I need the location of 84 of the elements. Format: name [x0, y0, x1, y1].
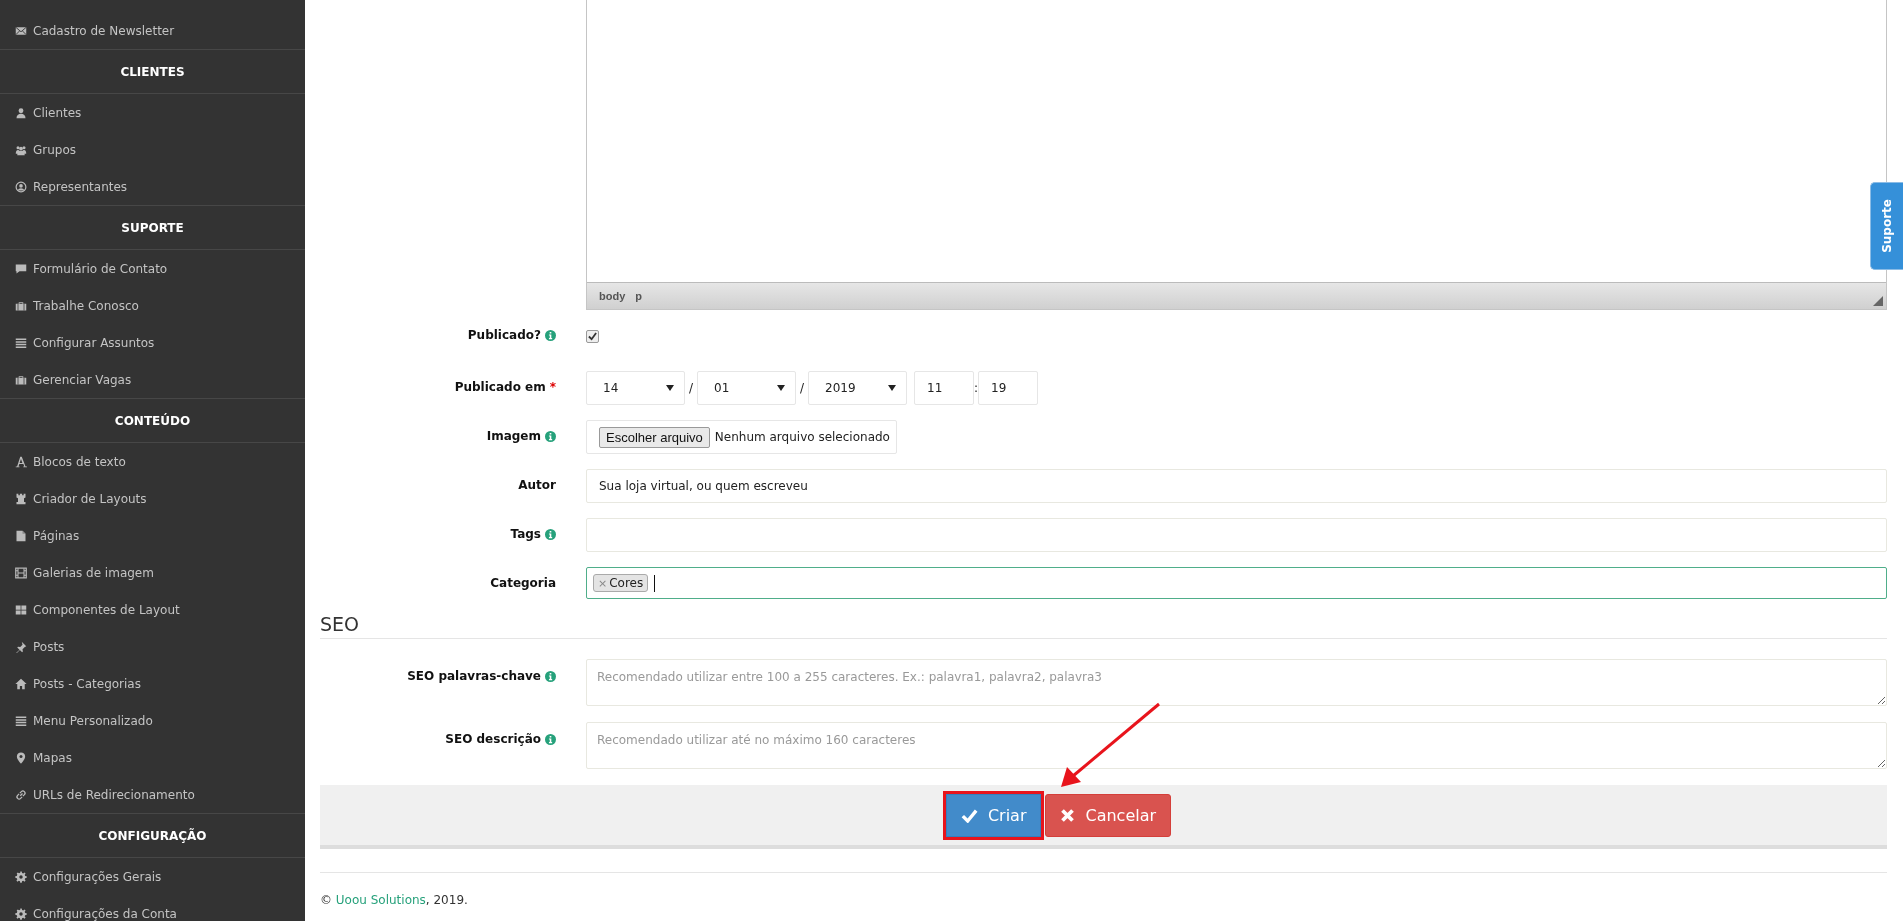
- user-icon: [15, 106, 27, 119]
- sidebar-item[interactable]: Páginas: [0, 517, 80, 554]
- caret-icon: [666, 385, 674, 391]
- date-separator: /: [687, 381, 694, 395]
- sidebar-item[interactable]: Componentes de Layout: [0, 591, 180, 628]
- footer-text: © Uoou Solutions, 2019.: [320, 893, 469, 907]
- check-icon: [588, 332, 597, 341]
- sidebar-item[interactable]: Grupos: [0, 131, 77, 168]
- map-marker-icon: [15, 751, 27, 764]
- film-icon: [15, 566, 27, 579]
- grid-icon: [15, 603, 27, 616]
- field-label: SEO descrição: [445, 732, 541, 746]
- year-select[interactable]: 2019: [808, 371, 907, 405]
- sidebar-item[interactable]: Gerenciar Vagas: [0, 361, 132, 398]
- text-field[interactable]: Sua loja virtual, ou quem escreveu: [586, 469, 1887, 503]
- sidebar-item[interactable]: Trabalhe Conosco: [0, 287, 139, 324]
- rook-icon: [15, 492, 27, 505]
- section-heading: SUPORTE: [0, 205, 305, 250]
- pin-icon: [15, 640, 27, 653]
- day-select[interactable]: 14: [586, 371, 685, 405]
- briefcase-icon: [15, 299, 27, 312]
- section-title: SEO: [320, 613, 1887, 639]
- text-field[interactable]: [586, 518, 1887, 552]
- field-label: Tags: [510, 527, 541, 541]
- field-label: SEO palavras-chave: [407, 669, 541, 683]
- month-select[interactable]: 01: [697, 371, 796, 405]
- sidebar-item[interactable]: Formulário de Contato: [0, 250, 168, 287]
- date-separator: /: [798, 381, 805, 395]
- sidebar-item[interactable]: Configurar Assuntos: [0, 324, 155, 361]
- element-path-item[interactable]: p: [635, 290, 642, 302]
- sidebar-item[interactable]: Configurações Gerais: [0, 858, 162, 895]
- users-icon: [15, 143, 27, 156]
- time-separator: :: [974, 381, 978, 395]
- close-icon: [1060, 807, 1076, 823]
- sidebar-item[interactable]: Posts - Categorias: [0, 665, 141, 702]
- minute-field[interactable]: 19: [978, 371, 1038, 405]
- sidebar-item[interactable]: Mapas: [0, 739, 72, 776]
- font-icon: [15, 455, 27, 468]
- sidebar-item[interactable]: URLs de Redirecionamento: [0, 776, 195, 813]
- tag-label: Cores: [609, 576, 644, 590]
- user-circle-icon: [15, 180, 27, 193]
- caret-icon: [777, 385, 785, 391]
- required-mark: *: [549, 380, 556, 394]
- sidebar-item[interactable]: Configurações da Conta: [0, 895, 177, 921]
- field-label: Autor: [518, 478, 556, 492]
- hour-field[interactable]: 11: [914, 371, 974, 405]
- text-area[interactable]: Recomendado utilizar até no máximo 160 caracteres: [586, 722, 1887, 769]
- field-label: Imagem: [486, 429, 541, 443]
- list-icon: [15, 336, 27, 349]
- element-path-item[interactable]: body: [599, 290, 626, 302]
- sidebar-item[interactable]: Blocos de texto: [0, 443, 126, 480]
- sidebar-item[interactable]: Menu Personalizado: [0, 702, 153, 739]
- create-button[interactable]: Criar: [945, 793, 1042, 837]
- sidebar-item[interactable]: Criador de Layouts: [0, 480, 147, 517]
- sidebar-item[interactable]: Posts: [0, 628, 65, 665]
- comment-icon: [15, 262, 27, 275]
- home-icon: [15, 677, 27, 690]
- section-heading: CONTEÚDO: [0, 398, 305, 443]
- resize-grip-icon: [1873, 296, 1883, 306]
- briefcase-icon: [15, 373, 27, 386]
- check-icon: [960, 807, 978, 823]
- section-heading: CONFIGURAÇÃO: [0, 813, 305, 858]
- link-icon: [15, 788, 27, 801]
- field-label: Publicado?: [467, 328, 541, 342]
- choose-file-button[interactable]: Escolher arquivo: [599, 426, 710, 448]
- file-status-text: Nenhum arquivo selecionado: [714, 430, 890, 444]
- checkbox[interactable]: [586, 330, 599, 343]
- sidebar-item[interactable]: Representantes: [0, 168, 128, 205]
- sidebar-item[interactable]: Cadastro de Newsletter: [0, 12, 175, 49]
- file-icon: [15, 529, 27, 542]
- field-label: Categoria: [490, 576, 556, 590]
- field-label: Publicado em: [454, 380, 546, 394]
- list-icon: [15, 714, 27, 727]
- gear-icon: [15, 870, 27, 883]
- text-cursor: [654, 574, 656, 592]
- tag-input-field[interactable]: × Cores: [586, 567, 1887, 599]
- cancel-button[interactable]: Cancelar: [1045, 793, 1172, 837]
- sidebar-item[interactable]: Clientes: [0, 94, 82, 131]
- envelope-icon: [15, 24, 27, 37]
- caret-icon: [888, 385, 896, 391]
- sidebar-item[interactable]: Galerias de imagem: [0, 554, 154, 591]
- section-heading: CLIENTES: [0, 49, 305, 94]
- text-area[interactable]: Recomendado utilizar entre 100 a 255 caracteres. Ex.: palavra1, palavra2, palavra3: [586, 659, 1887, 706]
- file-field[interactable]: Escolher arquivo Nenhum arquivo selecionado: [586, 420, 897, 454]
